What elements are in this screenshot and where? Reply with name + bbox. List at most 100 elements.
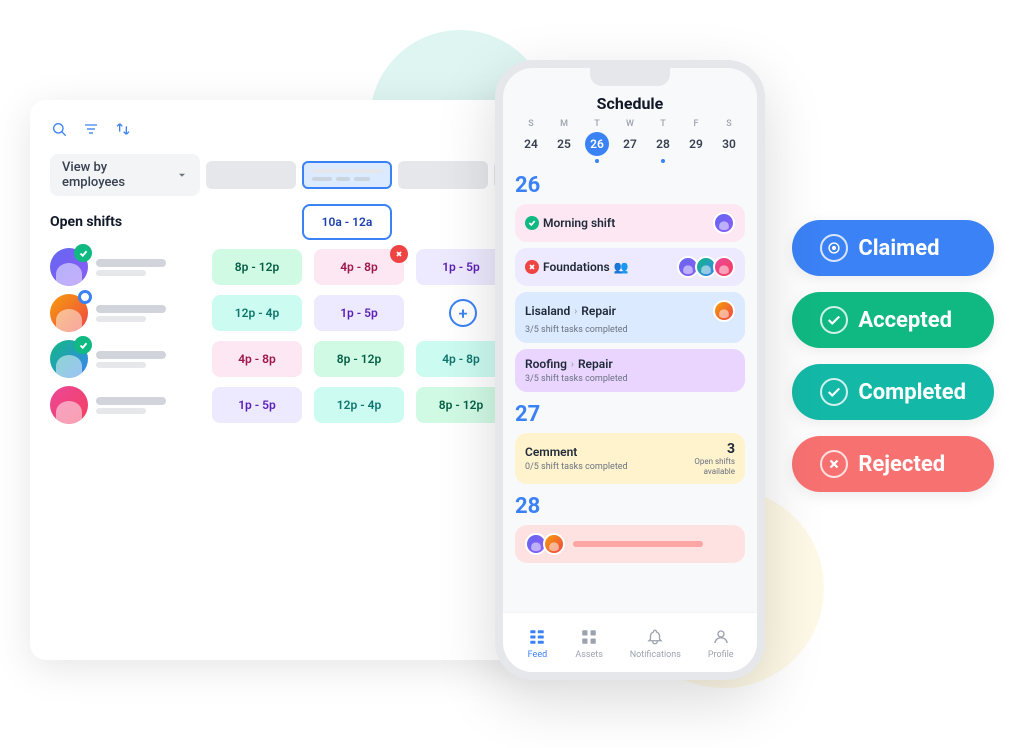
shift-cell-1-1[interactable]: 8p - 12p [212,249,302,285]
shift-cell-4-2[interactable]: 12p - 4p [314,387,404,423]
nav-feed[interactable]: Feed [526,626,548,660]
bell-icon [644,626,666,648]
shift-cell-2-2[interactable]: 1p - 5p [314,295,404,331]
emp-name-line [96,305,166,313]
schedule-card-cemment[interactable]: Cemment 0/5 shift tasks completed 3 Open… [515,433,745,484]
card-sub-roofing: 3/5 shift tasks completed [525,374,735,384]
card-title-cemment: Cemment [525,445,694,459]
search-icon[interactable] [50,120,68,138]
nav-label-notifications: Notifications [630,650,681,660]
cal-day-sat: S 30 [715,119,743,163]
filter-icon[interactable] [82,120,100,138]
cal-dot [529,159,533,163]
feed-icon [526,626,548,648]
schedule-card-roofing[interactable]: Roofing › Repair 3/5 shift tasks complet… [515,349,745,392]
schedule-card-morning[interactable]: Morning shift [515,204,745,242]
claimed-icon [820,234,848,262]
card-avatars-foundations [677,256,735,278]
phone-notch [590,68,670,86]
emp-role-line [96,270,146,276]
toolbar [50,120,530,138]
employee-info-2 [50,294,200,332]
schedule-card-lisaland[interactable]: Lisaland › Repair 3/5 shift tasks comple… [515,292,745,343]
sort-icon[interactable] [114,120,132,138]
cal-dot [661,159,665,163]
status-badge-claimed[interactable]: Claimed [792,220,994,276]
open-shifts-label: Open shifts [50,214,200,230]
rejected-icon [820,450,848,478]
view-selector[interactable]: View by employees [50,154,200,196]
phone-title: Schedule [515,86,745,119]
shift-cell-3-1[interactable]: 4p - 8p [212,341,302,377]
cal-day-tue[interactable]: T 26 [583,119,611,163]
cal-num: 25 [552,132,576,156]
card-avatars [713,212,735,234]
avatar-container-1 [50,248,88,286]
emp-name-line [96,397,166,405]
nav-notifications[interactable]: Notifications [630,626,681,660]
card-line-1 [573,541,703,547]
nav-label-assets: Assets [575,650,603,660]
shift-cell-2-1[interactable]: 12p - 4p [212,295,302,331]
nav-assets[interactable]: Assets [575,626,603,660]
card-avatar [713,212,735,234]
cal-label: T [660,119,665,129]
col-header-3 [398,161,488,189]
section-day-28: 28 [515,494,745,519]
status-badges-container: Claimed Accepted Completed Rejected [792,220,994,492]
avatar-4 [50,386,88,424]
employee-info-1 [50,248,200,286]
status-badge-accepted[interactable]: Accepted [792,292,994,348]
shift-cell-3-2[interactable]: 8p - 12p [314,341,404,377]
open-shift-empty [206,204,296,240]
schedule-section-26: 26 Morning shift [515,173,745,392]
card-avatar [713,300,735,322]
cal-num: 27 [618,132,642,156]
cal-day-wed: W 27 [616,119,644,163]
x-badge [390,245,408,263]
nav-label-feed: Feed [528,650,548,660]
card-title-lisaland: Lisaland › Repair [525,304,616,318]
avatar-container-2 [50,294,88,332]
phone-content: Schedule S 24 M 25 T 26 W 27 [503,86,757,630]
rejected-label: Rejected [858,452,945,477]
add-shift-button[interactable]: + [449,299,477,327]
schedule-card-foundations[interactable]: Foundations 👥 [515,248,745,286]
cal-num: 28 [651,132,675,156]
cal-label: S [528,119,533,129]
employee-rows: 8p - 12p 4p - 8p 1p - 5p [50,248,530,424]
cal-label: W [626,119,634,129]
emp-name-line [96,351,166,359]
cal-num-active: 26 [585,132,609,156]
cal-num: 29 [684,132,708,156]
avatar-container-4 [50,386,88,424]
open-shift-time[interactable]: 10a - 12a [302,204,392,240]
status-badge-rejected[interactable]: Rejected [792,436,994,492]
section-day-26: 26 [515,173,745,198]
card-avatar [543,533,565,555]
cal-dot [694,159,698,163]
shift-cell-4-3[interactable]: 8p - 12p [416,387,506,423]
cal-dot-active [595,159,599,163]
shift-cell-3-3[interactable]: 4p - 8p [416,341,506,377]
table-row: 8p - 12p 4p - 8p 1p - 5p [50,248,530,286]
group-icon: 👥 [614,260,629,274]
card-title-roofing: Roofing › Repair [525,357,613,371]
employee-info-3 [50,340,200,378]
cal-dot [727,159,731,163]
table-row: 1p - 5p 12p - 4p 8p - 12p [50,386,530,424]
schedule-grid-panel: View by employees Open shifts 10a - 12a [30,100,550,660]
cal-dot [628,159,632,163]
cal-label: F [694,119,699,129]
completed-icon [820,378,848,406]
accepted-label: Accepted [858,308,952,333]
shift-cell-1-3[interactable]: 1p - 5p [416,249,506,285]
shift-cell-4-1[interactable]: 1p - 5p [212,387,302,423]
status-badge-completed[interactable]: Completed [792,364,994,420]
accepted-icon [820,306,848,334]
schedule-card-28[interactable] [515,525,745,563]
emp-role-line [96,408,146,414]
table-row: 12p - 4p 1p - 5p + [50,294,530,332]
nav-profile[interactable]: Profile [708,626,734,660]
cal-num: 30 [717,132,741,156]
